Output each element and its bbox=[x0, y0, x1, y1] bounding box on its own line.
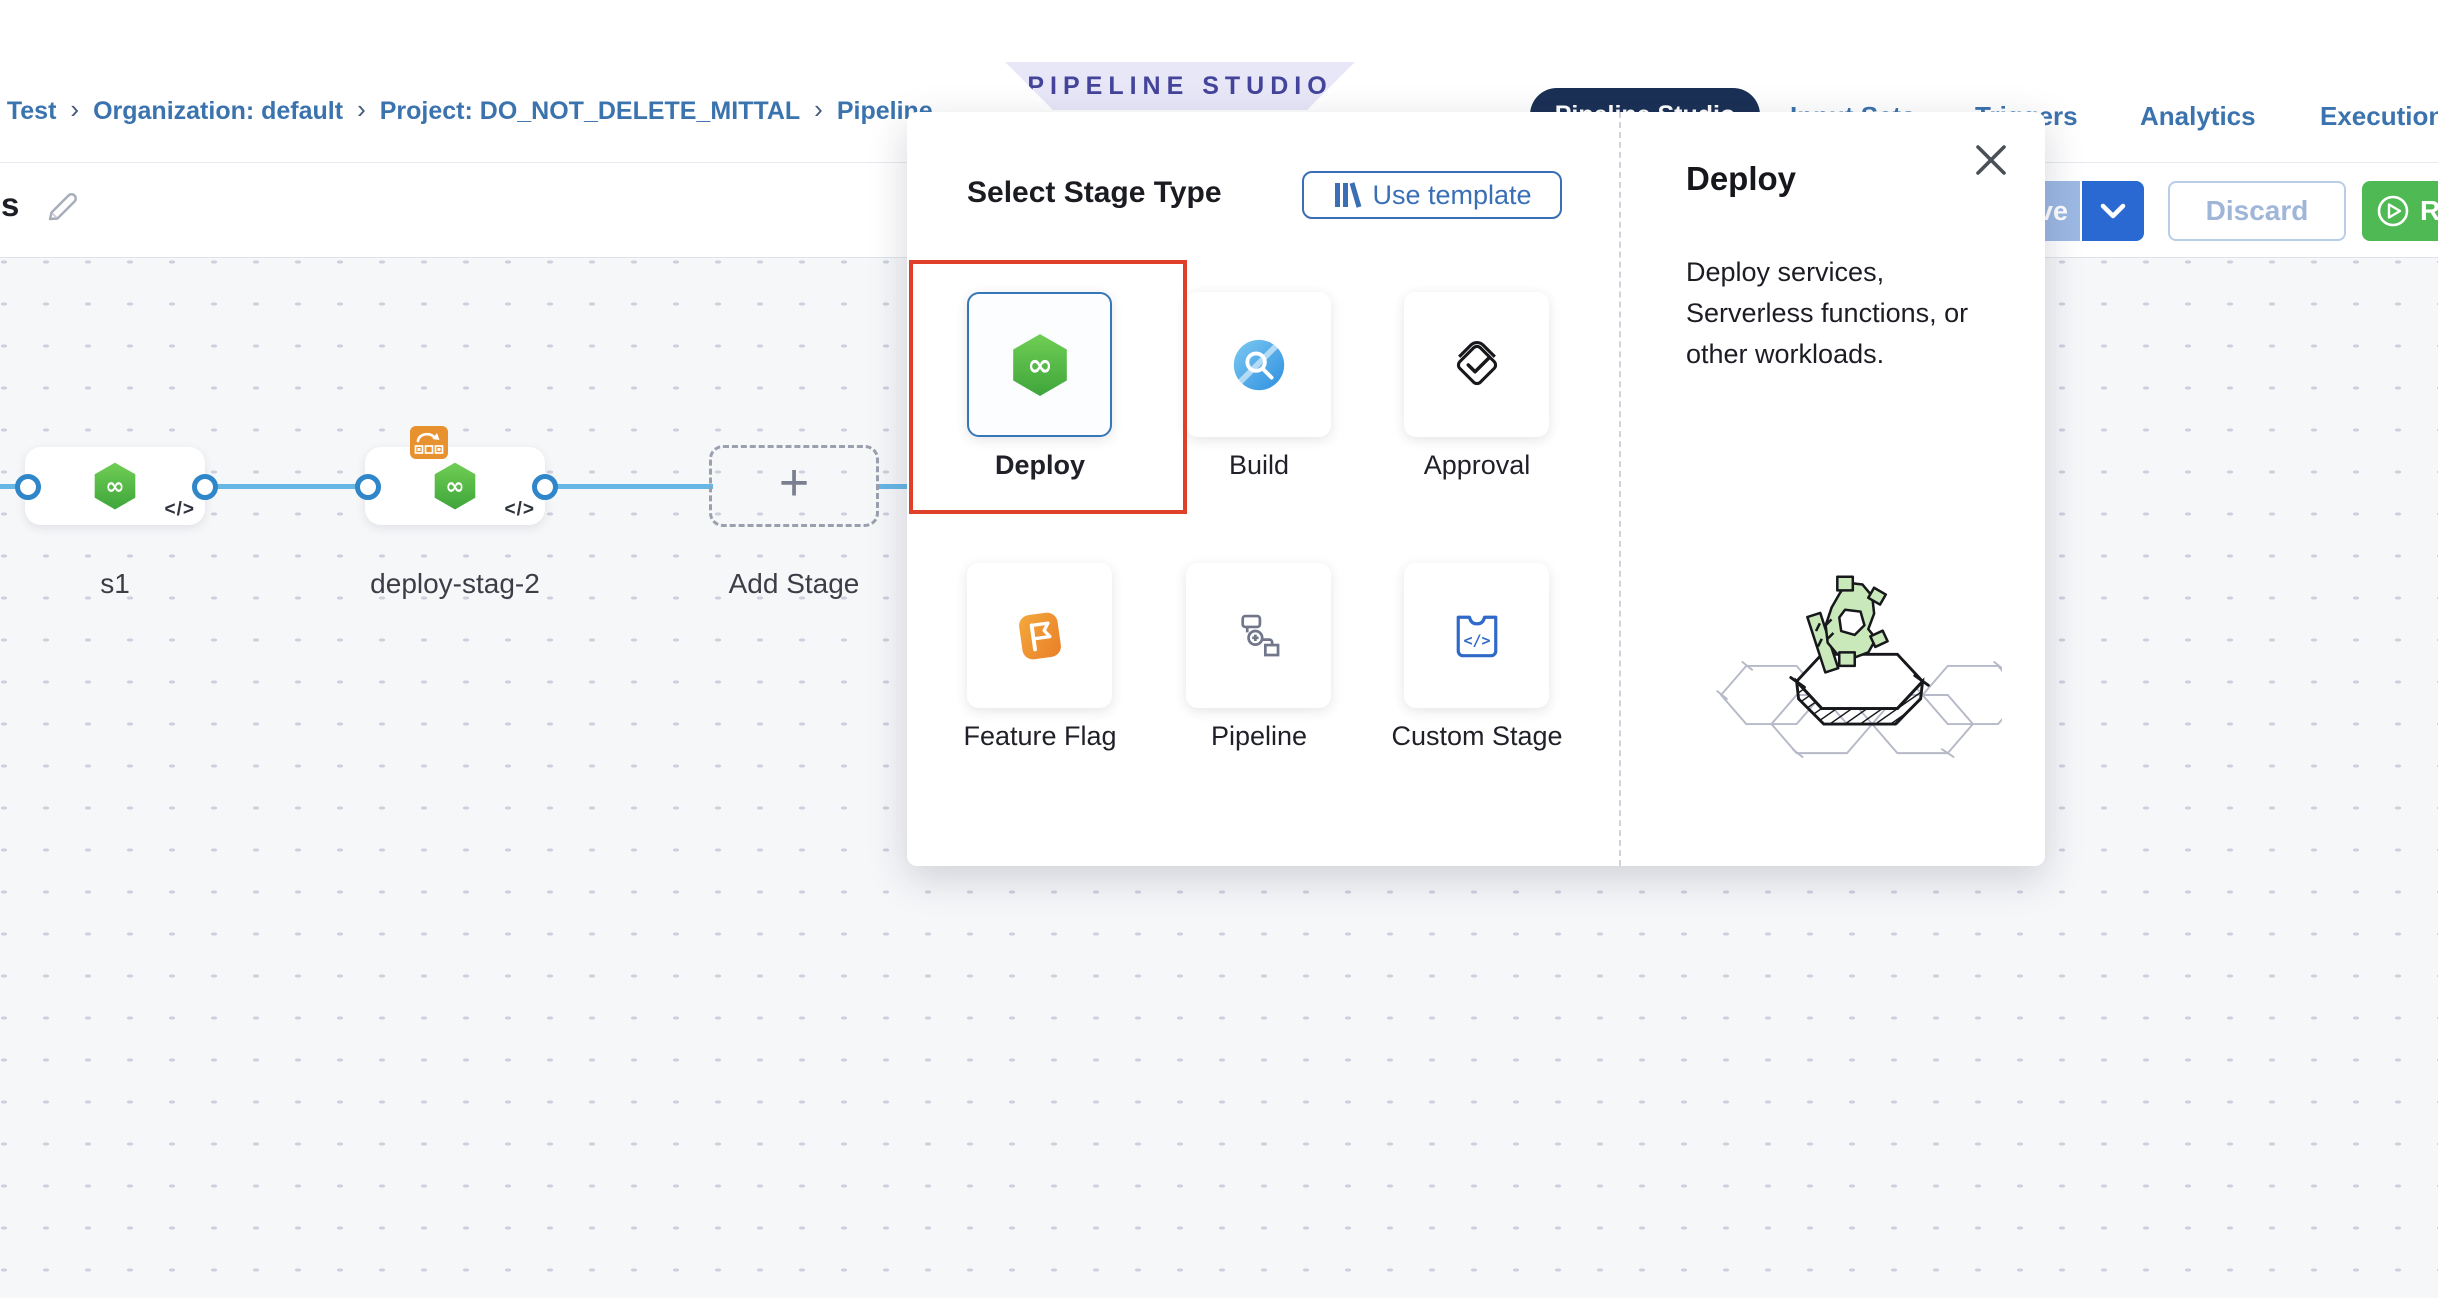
connector-port[interactable] bbox=[192, 474, 218, 500]
stage-detail-title: Deploy bbox=[1686, 160, 1796, 198]
deploy-hexagon-illustration bbox=[1692, 574, 2002, 784]
yaml-code-icon[interactable]: </> bbox=[165, 499, 195, 521]
pipeline-studio-banner: PIPELINE STUDIO bbox=[1005, 62, 1355, 110]
add-stage-label: Add Stage bbox=[729, 568, 860, 600]
stage-type-label-approval: Approval bbox=[1377, 447, 1577, 483]
connector-line bbox=[876, 484, 907, 489]
stage-label-deploy-stag-2: deploy-stag-2 bbox=[370, 568, 540, 600]
breadcrumb-project[interactable]: Project: DO_NOT_DELETE_MITTAL bbox=[380, 97, 800, 126]
use-template-label: Use template bbox=[1372, 180, 1531, 211]
cd-hexagon-icon: ∞ bbox=[430, 461, 480, 511]
run-button-label: Run bbox=[2420, 195, 2438, 227]
use-template-button[interactable]: Use template bbox=[1302, 171, 1562, 219]
close-icon bbox=[1974, 143, 2008, 177]
stage-detail-description: Deploy services, Serverless functions, o… bbox=[1686, 252, 2016, 375]
select-stage-type-modal: Select Stage Type Use template ∞ bbox=[907, 112, 2045, 866]
connector-port[interactable] bbox=[15, 474, 41, 500]
breadcrumb: s Test › Organization: default › Project… bbox=[0, 96, 933, 127]
stage-type-deploy[interactable]: ∞ bbox=[967, 292, 1112, 437]
stage-type-pipeline[interactable] bbox=[1186, 563, 1331, 708]
svg-text:</>: </> bbox=[1463, 631, 1490, 649]
breadcrumb-account[interactable]: s Test bbox=[0, 97, 56, 126]
chevron-down-icon bbox=[2100, 203, 2126, 219]
custom-stage-icon: </> bbox=[1447, 606, 1507, 666]
save-options-dropdown[interactable] bbox=[2082, 181, 2144, 241]
connector-port[interactable] bbox=[355, 474, 381, 500]
cd-hexagon-icon: ∞ bbox=[90, 461, 140, 511]
breadcrumb-organization[interactable]: Organization: default bbox=[93, 97, 343, 126]
feature-flag-icon bbox=[1009, 605, 1071, 667]
stage-node-deploy-stag-2[interactable]: ∞ </> bbox=[365, 447, 545, 525]
plus-icon: + bbox=[779, 457, 809, 509]
run-pipeline-button[interactable]: Run bbox=[2362, 181, 2438, 241]
connector-port[interactable] bbox=[532, 474, 558, 500]
pipeline-studio-page: { "breadcrumb": { "separator": "›", "ite… bbox=[0, 0, 2438, 1298]
tab-execution-history[interactable]: Execution History bbox=[2320, 101, 2438, 132]
svg-text:∞: ∞ bbox=[445, 472, 465, 500]
yaml-code-icon[interactable]: </> bbox=[505, 499, 535, 521]
pipeline-flow-icon bbox=[1230, 607, 1288, 665]
stage-type-approval[interactable] bbox=[1404, 292, 1549, 437]
pipeline-name: s bbox=[1, 186, 19, 224]
add-stage-button[interactable]: + bbox=[709, 445, 879, 527]
ci-circle-icon bbox=[1228, 334, 1290, 396]
rolling-deployment-icon bbox=[410, 426, 448, 459]
stage-node-s1[interactable]: ∞ </> bbox=[25, 447, 205, 525]
stage-type-label-feature-flag: Feature Flag bbox=[940, 718, 1140, 754]
modal-title: Select Stage Type bbox=[967, 176, 1222, 210]
connector-line bbox=[203, 484, 369, 489]
template-library-icon bbox=[1332, 180, 1362, 210]
play-circle-icon bbox=[2376, 194, 2410, 228]
breadcrumb-separator: › bbox=[814, 94, 823, 125]
stage-type-build[interactable] bbox=[1186, 292, 1331, 437]
stage-type-feature-flag[interactable] bbox=[967, 563, 1112, 708]
stage-type-label-pipeline: Pipeline bbox=[1159, 718, 1359, 754]
cd-hexagon-icon: ∞ bbox=[1007, 332, 1073, 398]
svg-text:∞: ∞ bbox=[105, 472, 125, 500]
stage-type-label-build: Build bbox=[1159, 447, 1359, 483]
stage-type-custom-stage[interactable]: </> bbox=[1404, 563, 1549, 708]
edit-pipeline-name-button[interactable] bbox=[42, 186, 82, 226]
stage-type-label-deploy: Deploy bbox=[940, 447, 1140, 483]
approval-check-icon bbox=[1446, 334, 1508, 396]
pencil-icon bbox=[42, 186, 82, 226]
stage-type-label-custom-stage: Custom Stage bbox=[1377, 718, 1577, 754]
modal-divider bbox=[1619, 112, 1621, 866]
breadcrumb-separator: › bbox=[357, 94, 366, 125]
connector-line bbox=[543, 484, 713, 489]
stage-label-s1: s1 bbox=[100, 568, 130, 600]
tab-analytics[interactable]: Analytics bbox=[2140, 101, 2256, 132]
breadcrumb-separator: › bbox=[70, 94, 79, 125]
discard-button[interactable]: Discard bbox=[2168, 181, 2346, 241]
close-modal-button[interactable] bbox=[1969, 138, 2013, 182]
svg-text:∞: ∞ bbox=[1027, 347, 1053, 383]
